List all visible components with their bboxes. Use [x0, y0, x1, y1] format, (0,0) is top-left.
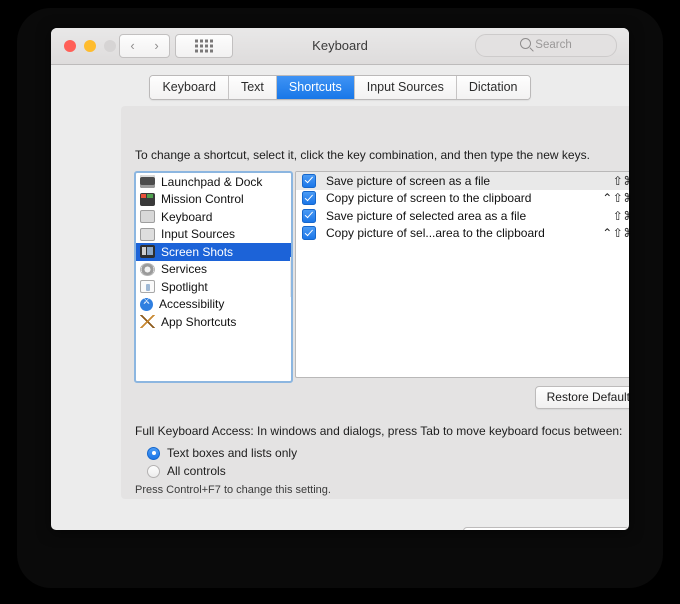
sidebar-item-label: Launchpad & Dock — [161, 174, 263, 189]
shortcut-keys[interactable]: ⌃⇧⌘4 — [602, 226, 629, 240]
window-titlebar: ‹ › Keyboard Search — [51, 28, 629, 65]
sidebar-item-services[interactable]: Services — [136, 261, 291, 279]
tab-bar: Keyboard Text Shortcuts Input Sources Di… — [51, 75, 629, 100]
scrollbar-thumb[interactable] — [292, 265, 293, 283]
sidebar-item-screen-shots[interactable]: Screen Shots — [136, 243, 291, 261]
tab-dictation[interactable]: Dictation — [456, 76, 530, 99]
shortcut-checkbox[interactable] — [302, 208, 316, 223]
tab-keyboard[interactable]: Keyboard — [150, 76, 229, 99]
instruction-text: To change a shortcut, select it, click t… — [135, 148, 590, 162]
full-keyboard-access-title: Full Keyboard Access: In windows and dia… — [135, 424, 623, 438]
shortcut-label: Save picture of selected area as a file — [326, 208, 527, 223]
sidebar-item-launchpad-dock[interactable]: Launchpad & Dock — [136, 173, 291, 191]
search-input[interactable]: Search — [475, 34, 617, 57]
shortcut-label: Save picture of screen as a file — [326, 173, 491, 188]
spotlight-icon — [140, 280, 155, 294]
sidebar-item-label: Keyboard — [161, 209, 213, 224]
tab-text[interactable]: Text — [228, 76, 277, 99]
full-keyboard-access-note: Press Control+F7 to change this setting. — [135, 484, 331, 496]
sidebar-item-keyboard[interactable]: Keyboard — [136, 208, 291, 226]
table-row[interactable]: Copy picture of sel...area to the clipbo… — [296, 225, 629, 243]
sidebar-item-label: Services — [161, 262, 208, 277]
input-sources-icon — [140, 227, 155, 241]
table-row[interactable]: Copy picture of screen to the clipboard … — [296, 190, 629, 208]
shortcut-list[interactable]: Save picture of screen as a file ⇧⌘3 Cop… — [295, 171, 629, 378]
restore-defaults-button[interactable]: Restore Defaults — [534, 386, 629, 409]
shortcut-keys[interactable]: ⌃⇧⌘3 — [602, 191, 629, 205]
mission-control-icon — [140, 192, 155, 206]
keyboard-preferences-window: ‹ › Keyboard Search Keyboard Text Shortc… — [51, 28, 629, 530]
shortcuts-panel: To change a shortcut, select it, click t… — [121, 106, 629, 499]
sidebar-item-mission-control[interactable]: Mission Control — [136, 191, 291, 209]
table-row[interactable]: Save picture of screen as a file ⇧⌘3 — [296, 172, 629, 190]
radio-label: Text boxes and lists only — [167, 446, 298, 460]
shortcut-keys[interactable]: ⇧⌘4 — [613, 209, 629, 223]
keyboard-icon — [140, 210, 155, 224]
radio-button[interactable] — [147, 446, 160, 460]
sidebar-item-spotlight[interactable]: Spotlight — [136, 278, 291, 296]
sidebar-item-label: Screen Shots — [161, 244, 234, 259]
shortcut-label: Copy picture of screen to the clipboard — [326, 191, 532, 206]
shortcut-keys[interactable]: ⇧⌘3 — [613, 174, 629, 188]
search-placeholder: Search — [535, 39, 572, 51]
radio-label: All controls — [167, 464, 226, 478]
tab-shortcuts[interactable]: Shortcuts — [276, 76, 355, 99]
shortcut-category-list[interactable]: Launchpad & Dock Mission Control Keyboar… — [134, 171, 293, 383]
sidebar-item-app-shortcuts[interactable]: App Shortcuts — [136, 313, 291, 331]
table-row[interactable]: Save picture of selected area as a file … — [296, 207, 629, 225]
radio-button[interactable] — [147, 464, 160, 478]
services-gear-icon — [140, 262, 155, 276]
screenshots-icon — [140, 245, 155, 259]
shortcut-checkbox[interactable] — [302, 226, 316, 241]
category-list-scrollbar[interactable] — [290, 257, 293, 297]
launchpad-dock-icon — [140, 175, 155, 189]
app-shortcuts-icon — [140, 315, 155, 329]
setup-bluetooth-keyboard-button[interactable]: Set Up Bluetooth Keyboard… — [463, 527, 629, 530]
shortcut-checkbox[interactable] — [302, 191, 316, 206]
sidebar-item-label: App Shortcuts — [161, 314, 237, 329]
search-icon — [520, 38, 532, 49]
sidebar-item-label: Mission Control — [161, 192, 244, 207]
sidebar-item-input-sources[interactable]: Input Sources — [136, 226, 291, 244]
radio-all-controls[interactable]: All controls — [147, 464, 226, 478]
accessibility-icon — [140, 296, 153, 311]
radio-text-boxes-and-lists-only[interactable]: Text boxes and lists only — [147, 446, 297, 460]
sidebar-item-accessibility[interactable]: Accessibility — [136, 296, 291, 314]
sidebar-item-label: Input Sources — [161, 227, 236, 242]
sidebar-item-label: Spotlight — [161, 279, 208, 294]
tab-input-sources[interactable]: Input Sources — [354, 76, 457, 99]
sidebar-item-label: Accessibility — [159, 297, 225, 312]
shortcut-label: Copy picture of sel...area to the clipbo… — [326, 226, 545, 241]
shortcut-checkbox[interactable] — [302, 173, 316, 188]
